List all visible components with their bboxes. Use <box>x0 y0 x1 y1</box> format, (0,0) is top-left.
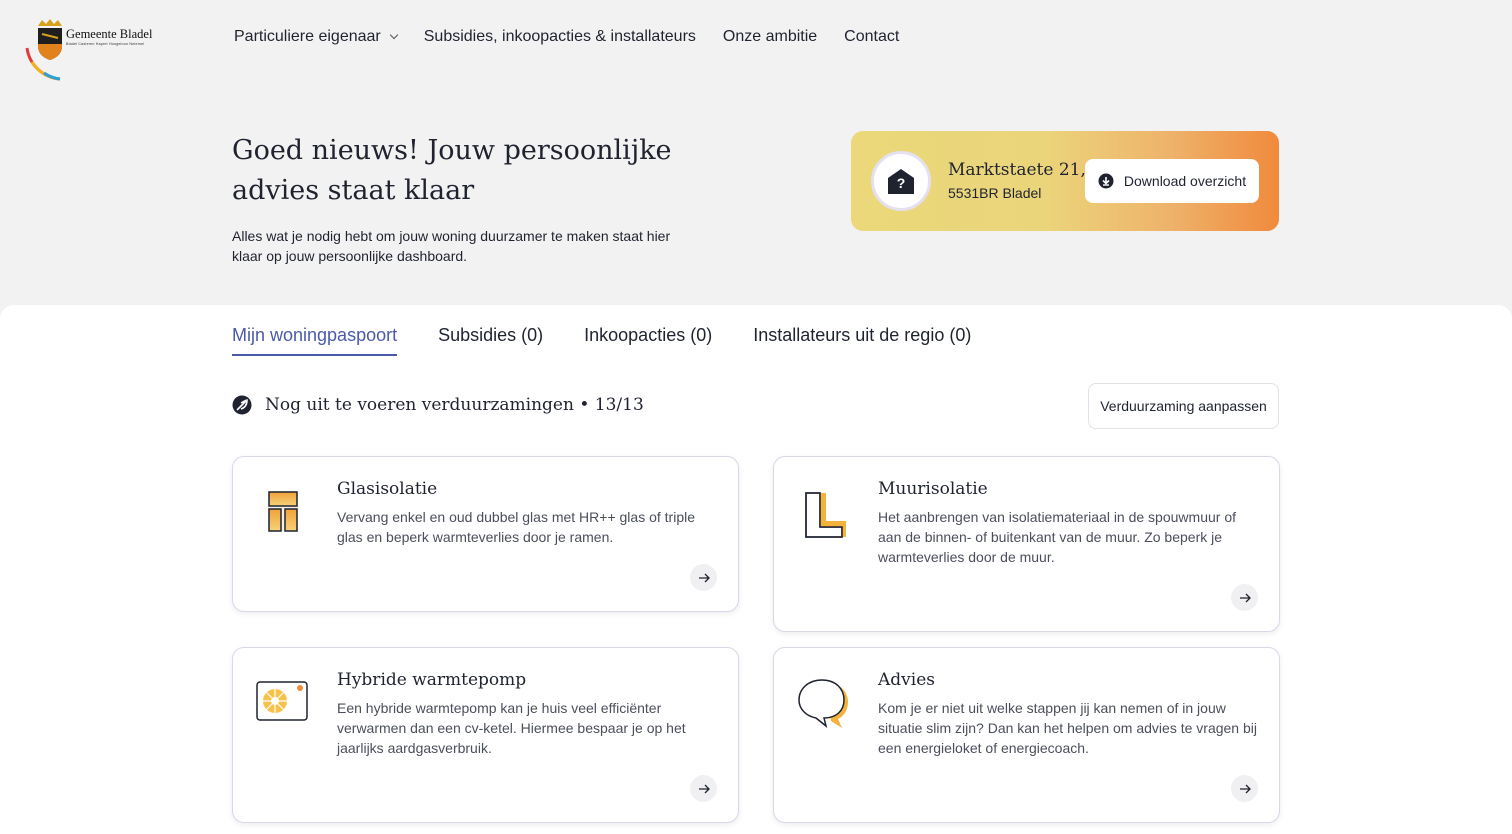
wall-icon <box>805 492 846 538</box>
tab-installateurs[interactable]: Installateurs uit de regio (0) <box>753 325 971 356</box>
download-icon <box>1098 173 1114 189</box>
address-city-line: 5531BR Bladel <box>948 185 1041 201</box>
nav-item-onze-ambitie[interactable]: Onze ambitie <box>723 28 817 46</box>
address-city: Bladel <box>1002 185 1042 201</box>
heatpump-icon <box>256 681 308 721</box>
municipality-logo[interactable]: Gemeente Bladel Bladel Casteren Hapert H… <box>24 16 164 82</box>
measure-card-hybride-warmtepomp[interactable]: Hybride warmtepomp Een hybride warmtepom… <box>232 647 739 823</box>
card-description: Kom je er niet uit welke stappen jij kan… <box>878 700 1257 756</box>
logo-subtext: Bladel Casteren Hapert Hoogeloon Neterse… <box>66 42 145 46</box>
house-icon: ? <box>888 169 914 194</box>
logo-text: Gemeente Bladel <box>66 27 153 41</box>
measure-card-glasisolatie[interactable]: Glasisolatie Vervang enkel en oud dubbel… <box>232 456 739 612</box>
card-description: Het aanbrengen van isolatiemateriaal in … <box>878 509 1236 565</box>
page-subtitle: Alles wat je nodig hebt om jouw woning d… <box>232 228 671 264</box>
nav-item-label: Particuliere eigenaar <box>234 28 381 45</box>
measure-card-muurisolatie[interactable]: Muurisolatie Het aanbrengen van isolatie… <box>773 456 1280 632</box>
tab-bar: Mijn woningpaspoort Subsidies (0) Inkoop… <box>232 325 1012 356</box>
measure-card-advies[interactable]: Advies Kom je er niet uit welke stappen … <box>773 647 1280 823</box>
chevron-down-icon <box>389 30 398 40</box>
nav-item-subsidies[interactable]: Subsidies, inkoopacties & installateurs <box>424 28 696 46</box>
download-overview-label: Download overzicht <box>1123 173 1247 189</box>
card-title: Glasisolatie <box>337 479 438 499</box>
main-panel: Mijn woningpaspoort Subsidies (0) Inkoop… <box>0 305 1512 834</box>
page-title: Goed nieuws! Jouw persoonlijke advies st… <box>232 135 672 206</box>
nav-item-particuliere-eigenaar[interactable]: Particuliere eigenaar <box>234 28 398 46</box>
nav-item-label: Onze ambitie <box>722 28 818 45</box>
logo-emblem-icon <box>25 19 62 81</box>
house-icon-symbol: ? <box>897 175 906 191</box>
section-title: Nog uit te voeren verduurzamingen • 13/1… <box>265 395 644 415</box>
arrow-right-icon[interactable] <box>1231 584 1258 611</box>
card-title: Hybride warmtepomp <box>337 670 527 690</box>
arrow-right-icon[interactable] <box>690 564 717 591</box>
address-street: Marktstaete 21, <box>948 160 1086 180</box>
card-title: Advies <box>878 670 935 690</box>
tab-subsidies[interactable]: Subsidies (0) <box>438 325 543 356</box>
speech-bubble-icon <box>798 679 848 728</box>
tab-inkoopacties[interactable]: Inkoopacties (0) <box>584 325 712 356</box>
house-badge: ? <box>871 151 931 211</box>
nav-item-contact[interactable]: Contact <box>844 28 899 46</box>
card-description: Vervang enkel en oud dubbel glas met HR+… <box>337 509 696 545</box>
address-card: ? Marktstaete 21, 5531BR Bladel Download… <box>851 131 1279 231</box>
address-postcode: 5531BR <box>948 185 999 201</box>
arrow-right-icon[interactable] <box>1231 775 1258 802</box>
section-heading: Nog uit te voeren verduurzamingen • 13/1… <box>232 395 644 415</box>
download-overview-button[interactable]: Download overzicht <box>1085 159 1259 203</box>
nav-item-label: Contact <box>844 28 900 45</box>
nav-item-label: Subsidies, inkoopacties & installateurs <box>423 28 696 45</box>
leaf-icon <box>232 395 252 415</box>
window-icon <box>268 491 298 532</box>
card-title: Muurisolatie <box>878 479 988 499</box>
adjust-sustainability-button[interactable]: Verduurzaming aanpassen <box>1088 383 1279 429</box>
tab-woningpaspoort[interactable]: Mijn woningpaspoort <box>232 325 398 356</box>
main-nav: Particuliere eigenaar Subsidies, inkoopa… <box>234 28 926 46</box>
arrow-right-icon[interactable] <box>690 775 717 802</box>
card-description: Een hybride warmtepomp kan je huis veel … <box>337 700 686 756</box>
